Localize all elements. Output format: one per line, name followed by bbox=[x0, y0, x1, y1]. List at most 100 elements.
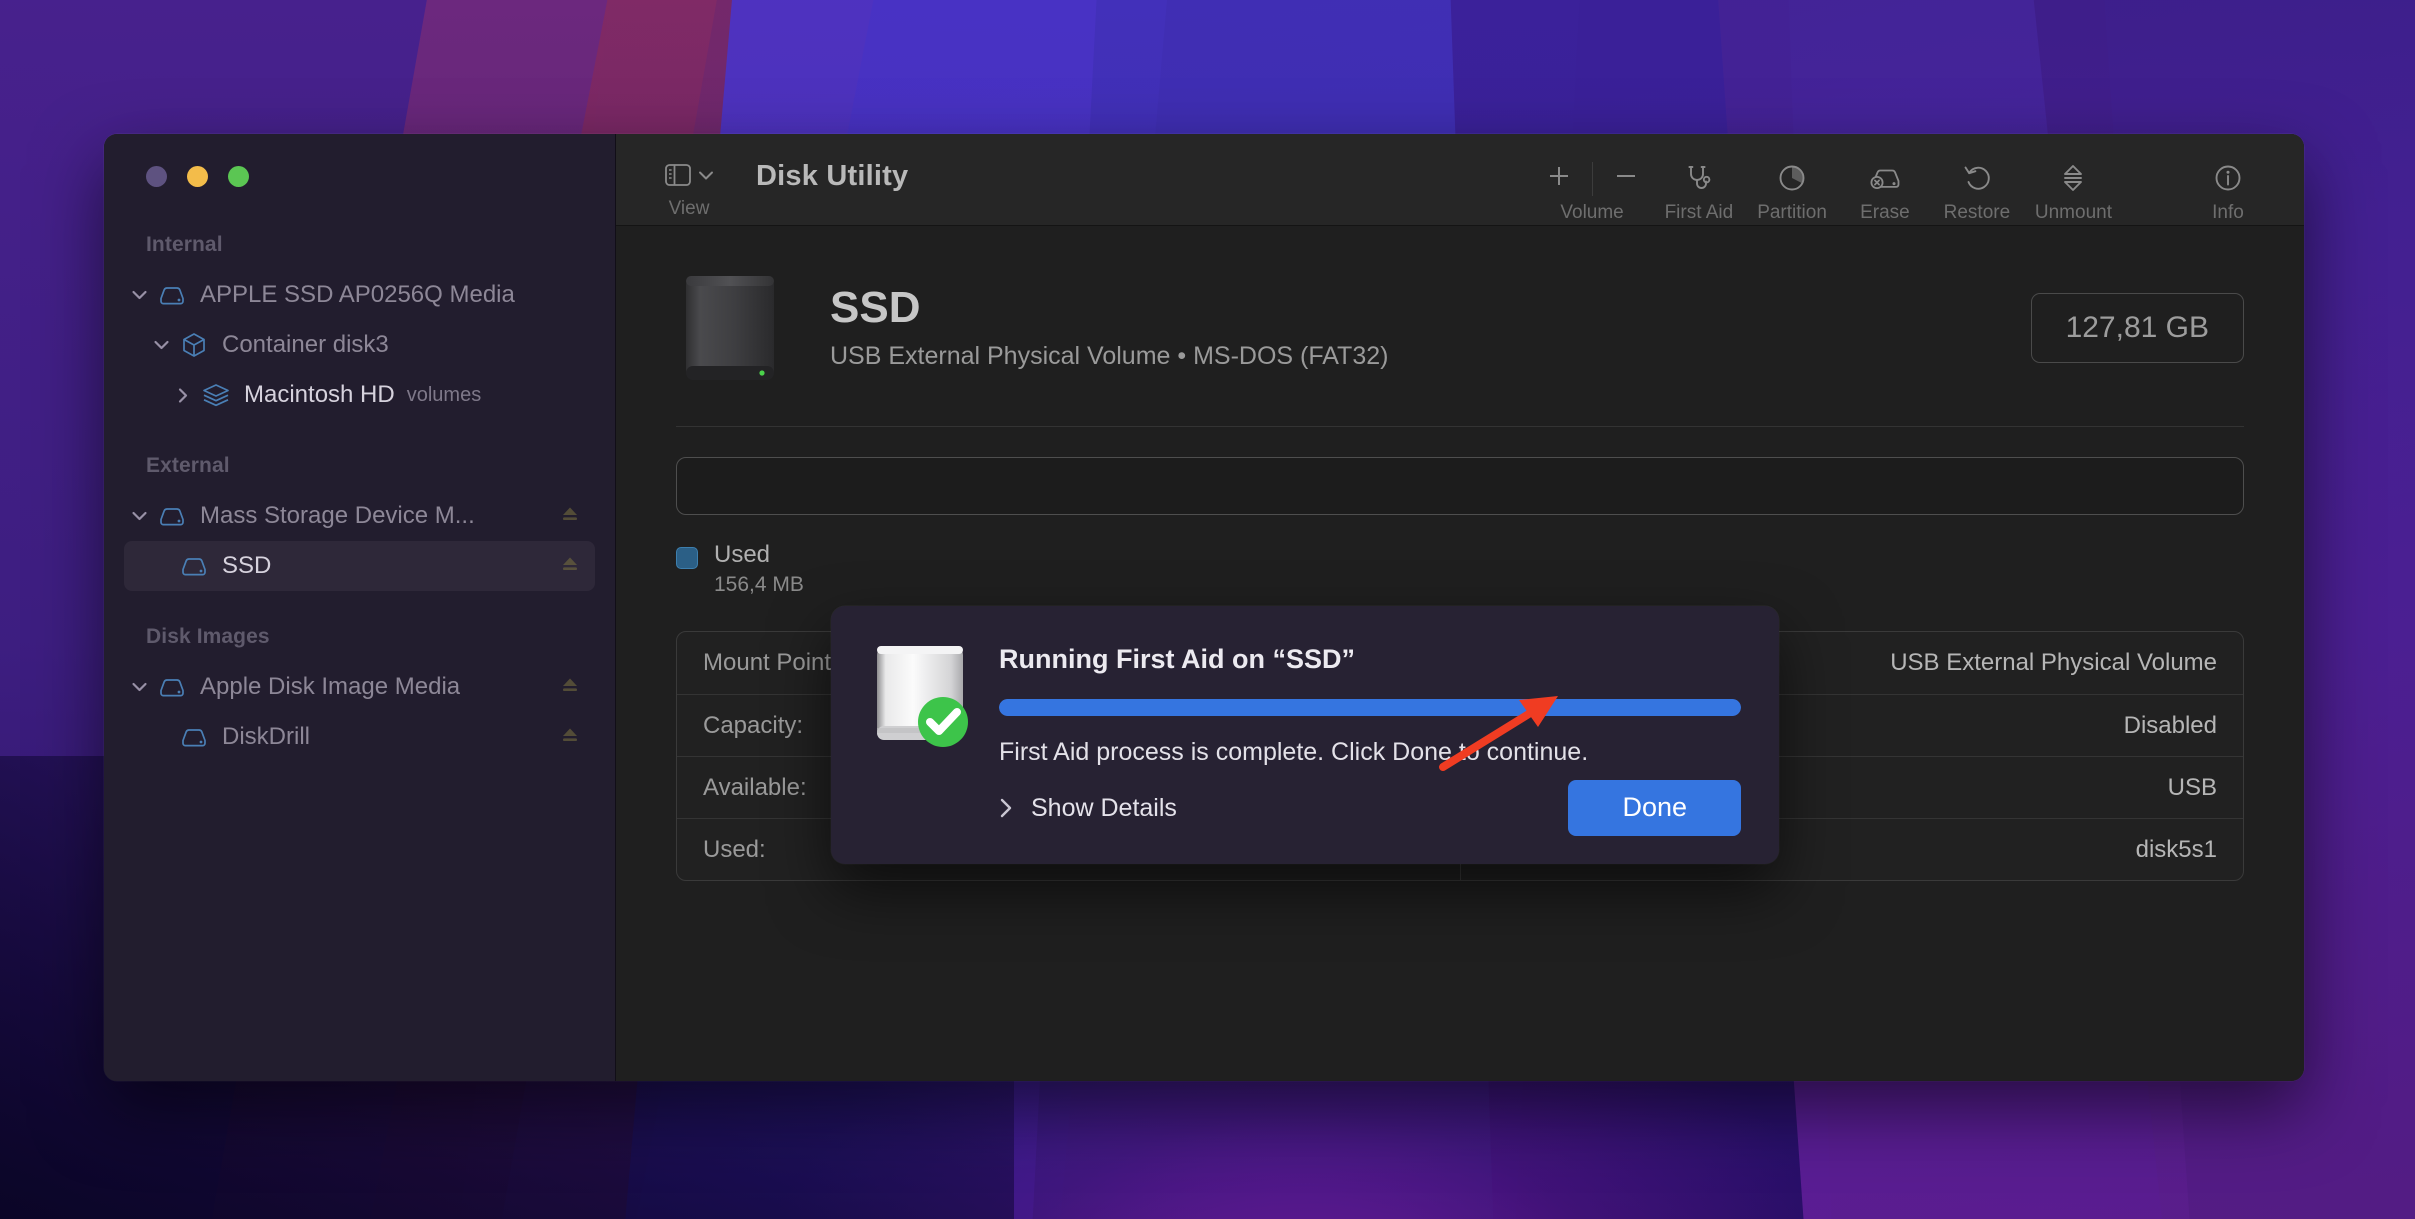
minimize-button[interactable] bbox=[187, 166, 208, 187]
page-title: Disk Utility bbox=[756, 160, 909, 192]
first-aid-dialog: Running First Aid on “SSD” First Aid pro… bbox=[831, 606, 1779, 864]
show-details-toggle[interactable]: Show Details bbox=[999, 794, 1177, 823]
volumes-icon bbox=[198, 382, 234, 408]
info-label: Info bbox=[2212, 202, 2244, 223]
window-controls bbox=[104, 134, 615, 187]
sidebar-item-label: Mass Storage Device M... bbox=[200, 502, 475, 529]
minus-icon[interactable] bbox=[1599, 163, 1653, 194]
show-details-label: Show Details bbox=[1031, 793, 1177, 822]
info-key: Mount Point: bbox=[703, 649, 838, 676]
first-aid-label: First Aid bbox=[1664, 202, 1734, 223]
eject-arrows-icon bbox=[2059, 160, 2087, 196]
erase-button[interactable]: Erase bbox=[1839, 160, 1931, 224]
sidebar-item-label: Macintosh HD bbox=[244, 381, 395, 408]
disk-utility-window: Internal APPLE SSD AP0256Q Media Container… bbox=[104, 134, 2304, 1081]
restore-button[interactable]: Restore bbox=[1931, 160, 2023, 224]
divider bbox=[676, 426, 2244, 427]
sidebar-item-apple-ssd-ap0256q-media[interactable]: APPLE SSD AP0256Q Media bbox=[124, 270, 595, 320]
partition-label: Partition bbox=[1757, 202, 1827, 223]
sidebar-item-label: DiskDrill bbox=[222, 723, 310, 750]
sidebar-item-sublabel: volumes bbox=[406, 383, 482, 406]
sidebar-group-label: External bbox=[146, 454, 230, 477]
eject-icon[interactable] bbox=[559, 553, 581, 580]
eject-icon[interactable] bbox=[559, 503, 581, 530]
dialog-title: Running First Aid on “SSD” bbox=[999, 644, 1355, 674]
chevron-down-icon[interactable] bbox=[124, 681, 154, 693]
eject-icon[interactable] bbox=[559, 724, 581, 751]
eject-icon[interactable] bbox=[559, 674, 581, 701]
info-value: Disabled bbox=[2123, 711, 2217, 739]
sidebar-item-apple-disk-image-media[interactable]: Apple Disk Image Media bbox=[124, 662, 595, 712]
progress-bar bbox=[999, 699, 1741, 716]
external-drive-icon bbox=[676, 266, 784, 390]
sidebar-item-label: Container disk3 bbox=[222, 331, 389, 358]
sidebar: Internal APPLE SSD AP0256Q Media Container… bbox=[104, 134, 616, 1081]
sidebar-item-mass-storage-device-m[interactable]: Mass Storage Device M... bbox=[124, 491, 595, 541]
chevron-down-icon[interactable] bbox=[124, 289, 154, 301]
info-value: disk5s1 bbox=[2135, 835, 2217, 863]
disk-icon bbox=[154, 284, 190, 306]
volume-label: Volume bbox=[1560, 202, 1624, 223]
pie-chart-icon bbox=[1777, 160, 1807, 196]
chevron-down-icon[interactable] bbox=[146, 339, 176, 351]
unmount-label: Unmount bbox=[2034, 202, 2112, 223]
info-key: Available: bbox=[703, 773, 807, 801]
maximize-button[interactable] bbox=[228, 166, 249, 187]
first-aid-button[interactable]: First Aid bbox=[1653, 160, 1746, 224]
info-value: USB External Physical Volume bbox=[1890, 649, 2217, 676]
chevron-right-icon bbox=[999, 797, 1013, 819]
capacity-badge: 127,81 GB bbox=[2030, 293, 2244, 363]
legend-swatch bbox=[676, 547, 698, 569]
disk-subtitle: USB External Physical Volume • MS-DOS (F… bbox=[830, 341, 1389, 370]
info-key: Used: bbox=[703, 835, 766, 863]
sidebar-item-label: Apple Disk Image Media bbox=[200, 673, 461, 700]
plus-icon[interactable] bbox=[1532, 163, 1586, 194]
disk-icon bbox=[154, 505, 190, 527]
dialog-body: Running First Aid on “SSD” First Aid pro… bbox=[999, 640, 1741, 836]
undo-arrow-icon bbox=[1962, 160, 1992, 196]
toolbar-actions: Volume First Aid Partition Erase Restore… bbox=[1532, 160, 2274, 224]
sidebar-group-label: Disk Images bbox=[146, 625, 270, 648]
dialog-message: First Aid process is complete. Click Don… bbox=[999, 738, 1589, 766]
disk-name: SSD bbox=[830, 283, 921, 333]
sidebar-tree: Internal APPLE SSD AP0256Q Media Container… bbox=[104, 187, 615, 796]
info-button[interactable]: Info bbox=[2182, 160, 2274, 224]
container-icon bbox=[176, 331, 212, 359]
disk-icon bbox=[176, 726, 212, 748]
stethoscope-icon bbox=[1684, 160, 1714, 196]
info-circle-icon bbox=[2213, 160, 2243, 196]
sidebar-item-ssd[interactable]: SSD bbox=[124, 541, 595, 591]
capacity-legend: Used 156,4 MB bbox=[676, 541, 2244, 597]
disk-titles: SSD USB External Physical Volume • MS-DO… bbox=[830, 285, 1388, 370]
toolbar: View Disk Utility Volume First Aid Parti… bbox=[616, 134, 2304, 226]
info-value: USB bbox=[2167, 773, 2217, 801]
chevron-right-icon[interactable] bbox=[168, 387, 198, 404]
toolbar-left: View Disk Utility bbox=[650, 160, 908, 220]
info-key: Capacity: bbox=[703, 711, 804, 739]
sidebar-icon bbox=[664, 163, 691, 191]
legend-value: 156,4 MB bbox=[714, 573, 804, 596]
sidebar-item-label: APPLE SSD AP0256Q Media bbox=[200, 281, 515, 308]
sidebar-group: Internal APPLE SSD AP0256Q Media Container… bbox=[104, 233, 615, 420]
legend-label: Used bbox=[714, 541, 771, 568]
close-button[interactable] bbox=[146, 166, 167, 187]
capacity-bar bbox=[676, 457, 2244, 515]
sidebar-item-diskdrill[interactable]: DiskDrill bbox=[124, 712, 595, 762]
restore-label: Restore bbox=[1943, 202, 2011, 223]
sidebar-item-label: SSD bbox=[222, 552, 272, 579]
view-toggle-button[interactable]: View bbox=[650, 160, 728, 220]
partition-button[interactable]: Partition bbox=[1745, 160, 1839, 224]
progress-fill bbox=[999, 699, 1741, 716]
sidebar-group-label: Internal bbox=[146, 233, 223, 256]
chevron-down-icon[interactable] bbox=[124, 510, 154, 522]
unmount-button[interactable]: Unmount bbox=[2023, 160, 2124, 224]
disk-icon bbox=[154, 676, 190, 698]
volume-buttons[interactable]: Volume bbox=[1532, 160, 1653, 224]
disk-header: SSD USB External Physical Volume • MS-DO… bbox=[676, 266, 2244, 426]
dialog-footer: Show Details Done bbox=[999, 780, 1741, 836]
view-label: View bbox=[668, 198, 710, 219]
done-button[interactable]: Done bbox=[1568, 780, 1741, 836]
erase-disk-icon bbox=[1868, 160, 1902, 196]
sidebar-item-container-disk3[interactable]: Container disk3 bbox=[124, 320, 595, 370]
sidebar-item-macintosh-hd[interactable]: Macintosh HD volumes bbox=[124, 370, 595, 420]
